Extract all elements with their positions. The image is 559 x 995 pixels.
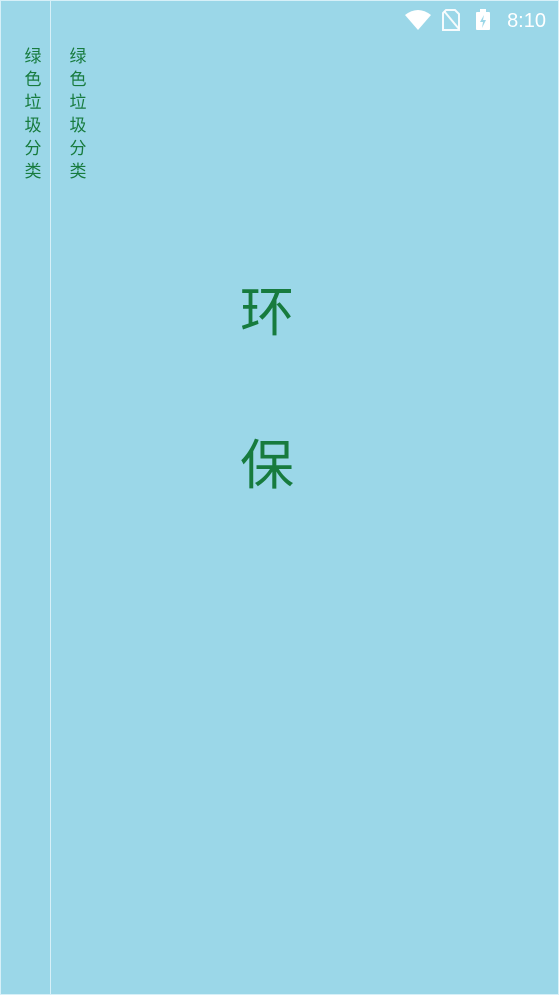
vertical-label-green-waste-sorting: 绿色垃圾分类	[69, 47, 87, 182]
wifi-icon	[404, 8, 432, 36]
battery-charging-icon	[474, 8, 492, 36]
main-char-bao: 保	[240, 434, 294, 497]
vertical-label-green-waste-sorting: 绿色垃圾分类	[24, 47, 42, 182]
main-char-huan: 环	[240, 281, 294, 344]
status-bar: 8:10	[388, 1, 558, 41]
app-screen: 8:10 绿色垃圾分类 绿色垃圾分类 环 保	[0, 0, 559, 995]
no-sim-icon	[441, 8, 461, 36]
vertical-divider	[50, 1, 51, 994]
status-time: 8:10	[507, 10, 546, 32]
